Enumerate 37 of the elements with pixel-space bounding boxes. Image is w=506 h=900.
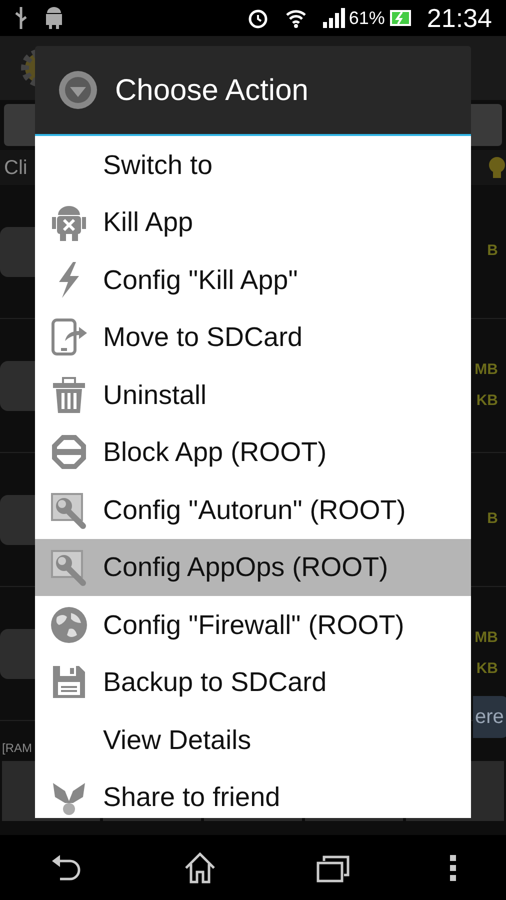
phone-arrow-icon bbox=[49, 317, 89, 358]
ram-label: [RAM bbox=[2, 741, 32, 755]
menu-item[interactable]: View Details bbox=[35, 711, 471, 768]
home-icon[interactable] bbox=[182, 852, 216, 884]
signal-icon bbox=[322, 8, 345, 28]
globe-icon bbox=[49, 604, 89, 645]
android-icon bbox=[44, 7, 64, 29]
menu-item[interactable]: Uninstall bbox=[35, 366, 471, 424]
wrench-icon bbox=[49, 547, 89, 588]
here-button[interactable]: ere bbox=[473, 696, 506, 738]
memory-size: B bbox=[487, 509, 498, 530]
battery-percent: 61% bbox=[348, 6, 385, 30]
dialog-title: Choose Action bbox=[115, 72, 308, 108]
memory-size: KB bbox=[475, 390, 498, 410]
memory-size: B bbox=[487, 241, 498, 262]
dropdown-circle-icon bbox=[57, 69, 99, 111]
memory-size: MB bbox=[474, 628, 498, 648]
menu-item[interactable]: Config AppOps (ROOT) bbox=[35, 538, 471, 596]
menu-item[interactable]: Kill App bbox=[35, 194, 471, 251]
menu-item[interactable]: Switch to bbox=[35, 136, 471, 194]
usb-icon bbox=[14, 7, 28, 29]
menu-item[interactable]: Block App (ROOT) bbox=[35, 424, 471, 481]
clock: 21:34 bbox=[426, 2, 492, 34]
menu-item[interactable]: Config "Kill App" bbox=[35, 251, 471, 308]
menu-item[interactable]: Move to SDCard bbox=[35, 308, 471, 366]
hint-text: Cli bbox=[4, 156, 28, 180]
menu-item[interactable]: Backup to SDCard bbox=[35, 654, 471, 711]
menu-item[interactable]: Share to friend bbox=[35, 768, 471, 818]
alarm-icon bbox=[246, 7, 269, 29]
bulb-icon bbox=[488, 156, 506, 180]
menu-item[interactable]: Config "Autorun" (ROOT) bbox=[35, 481, 471, 538]
overflow-menu-icon[interactable] bbox=[448, 852, 456, 882]
wifi-icon bbox=[284, 8, 307, 28]
memory-size: MB bbox=[474, 360, 498, 380]
battery-icon bbox=[388, 9, 411, 27]
menu-item[interactable]: Config "Firewall" (ROOT) bbox=[35, 596, 471, 654]
memory-size: KB bbox=[475, 658, 498, 678]
